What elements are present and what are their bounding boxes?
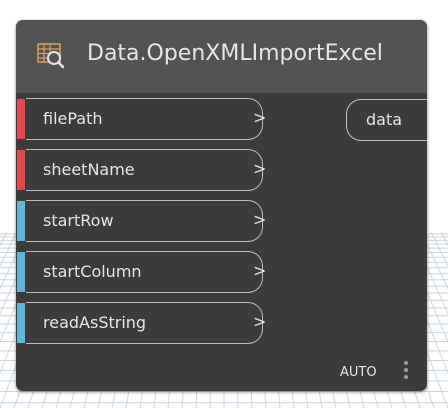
input-port-label: startColumn (43, 262, 142, 281)
port-status-indicator (17, 252, 25, 292)
node-openxml-import-excel[interactable]: Data.OpenXMLImportExcel filePath > sheet… (16, 20, 427, 391)
input-port-pill[interactable]: startColumn > (26, 251, 267, 293)
chevron-right-icon: > (253, 108, 267, 127)
chevron-right-icon: > (253, 159, 267, 178)
output-port-label: data (366, 110, 403, 129)
node-title: Data.OpenXMLImportExcel (87, 41, 383, 66)
chevron-right-icon: > (253, 261, 267, 280)
input-port-pill[interactable]: readAsString > (26, 302, 267, 344)
input-port-label: startRow (43, 211, 114, 230)
input-port-pill[interactable]: sheetName > (26, 149, 267, 191)
input-port-label: readAsString (43, 313, 147, 332)
input-port-startcolumn[interactable]: startColumn > (16, 251, 267, 293)
input-port-label: sheetName (43, 160, 135, 179)
port-status-indicator (17, 303, 25, 343)
input-port-sheetname[interactable]: sheetName > (16, 149, 267, 191)
input-port-filepath[interactable]: filePath > (16, 98, 267, 140)
input-port-label: filePath (43, 109, 103, 128)
chevron-right-icon: > (253, 312, 267, 331)
port-status-indicator (17, 99, 25, 139)
input-port-pill[interactable]: startRow > (26, 200, 267, 242)
workspace-canvas[interactable]: Data.OpenXMLImportExcel filePath > sheet… (0, 0, 448, 408)
node-header[interactable]: Data.OpenXMLImportExcel (16, 20, 427, 93)
input-port-pill[interactable]: filePath > (26, 98, 267, 140)
input-port-readasstring[interactable]: readAsString > (16, 302, 267, 344)
more-options-icon[interactable] (401, 361, 411, 381)
input-port-startrow[interactable]: startRow > (16, 200, 267, 242)
output-port-data[interactable]: data (346, 99, 427, 141)
spreadsheet-import-icon (35, 40, 67, 72)
chevron-right-icon: > (253, 210, 267, 229)
port-status-indicator (17, 150, 25, 190)
port-status-indicator (17, 201, 25, 241)
lacing-indicator: AUTO (340, 365, 377, 380)
